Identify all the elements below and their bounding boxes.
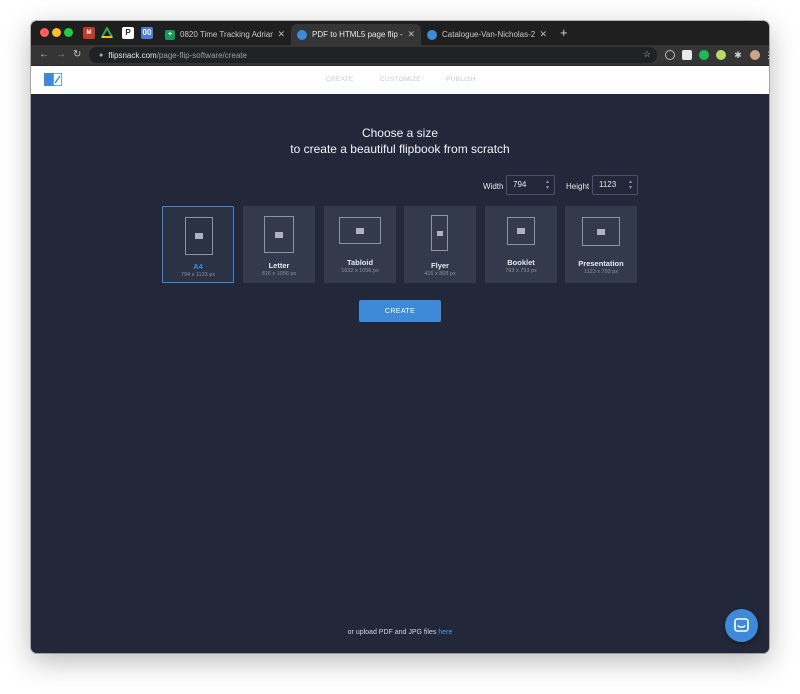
address-bar[interactable]: ● flipsnack.com/page-flip-software/creat… [89, 47, 657, 63]
close-tab-icon[interactable]: ✕ [277, 29, 285, 40]
tab-title: Catalogue-Van-Nicholas-2014 [442, 30, 536, 39]
gmail-icon[interactable]: M [83, 27, 95, 39]
close-tab-icon[interactable]: ✕ [407, 29, 415, 40]
chat-launcher-button[interactable] [725, 609, 758, 642]
tab-time-tracking[interactable]: + 0820 Time Tracking Adrian Try ✕ [159, 24, 291, 45]
tab-flipsnack-create[interactable]: PDF to HTML5 page flip - flipsn ✕ [291, 24, 421, 45]
upload-link[interactable]: here [438, 629, 452, 636]
page-thumbnail [507, 217, 535, 245]
forward-icon[interactable]: → [56, 48, 66, 62]
url-host: flipsnack.com [108, 50, 157, 60]
width-label: Width [483, 182, 504, 191]
step-publish[interactable]: PUBLISH [446, 76, 476, 83]
page-thumbnail [431, 215, 448, 251]
step-create[interactable]: CREATE [326, 76, 354, 83]
width-stepper-icon[interactable]: ▲ ▼ [545, 179, 550, 191]
url-path: /page-flip-software/create [156, 50, 247, 60]
main-content: Choose a size to create a beautiful flip… [31, 94, 769, 653]
height-stepper-icon[interactable]: ▲ ▼ [628, 179, 633, 191]
bookmark-star-icon[interactable]: ☆ [643, 49, 651, 60]
page-title: Choose a size to create a beautiful flip… [31, 125, 769, 157]
page-thumbnail [264, 216, 294, 253]
tab-title: 0820 Time Tracking Adrian Try [180, 30, 274, 39]
sheets-icon: + [165, 29, 175, 40]
width-input[interactable]: 794 ▲ ▼ [506, 175, 555, 195]
height-value: 1123 [599, 180, 617, 189]
size-dimensions: 794 x 1123 px [180, 272, 216, 278]
height-label: Height [566, 182, 590, 191]
extension-green-icon[interactable] [716, 50, 726, 60]
page-thumbnail [185, 217, 213, 255]
drive-icon[interactable] [100, 25, 114, 39]
reload-icon[interactable]: ↻ [73, 48, 81, 62]
maximize-window-button[interactable] [64, 28, 73, 37]
width-value: 794 [513, 180, 527, 189]
size-dimensions: 816 x 1056 px [261, 271, 297, 277]
flipsnack-icon [427, 29, 437, 40]
size-card-presentation[interactable]: Presentation 1123 x 793 px [565, 206, 637, 283]
app-header: CREATE CUSTOMIZE PUBLISH [31, 66, 769, 94]
upload-text: or upload PDF and JPG files [347, 629, 437, 636]
extension-icon[interactable] [682, 50, 692, 60]
tab-strip: M P 00 + 0820 Time Tracking Adrian Try ✕… [31, 21, 769, 45]
size-dimensions: 416 x 868 px [424, 271, 456, 277]
size-card-flyer[interactable]: Flyer 416 x 868 px [404, 206, 476, 283]
size-dimensions: 1123 x 793 px [583, 269, 619, 275]
close-window-button[interactable] [40, 28, 49, 37]
close-tab-icon[interactable]: ✕ [539, 29, 547, 40]
browser-window: M P 00 + 0820 Time Tracking Adrian Try ✕… [31, 21, 769, 653]
size-dimensions: 793 x 793 px [505, 268, 537, 274]
create-button[interactable]: CREATE [359, 300, 441, 322]
upload-hint: or upload PDF and JPG files here [31, 629, 769, 636]
size-name: Letter [268, 261, 290, 270]
back-icon[interactable]: ← [39, 48, 49, 62]
tab-title: PDF to HTML5 page flip - flipsn [312, 30, 403, 39]
puzzle-icon[interactable]: ✱ [733, 50, 743, 60]
size-card-tabloid[interactable]: Tabloid 1632 x 1056 px [324, 206, 396, 283]
height-input[interactable]: 1123 ▲ ▼ [592, 175, 638, 195]
flipsnack-logo[interactable] [44, 73, 62, 86]
page-thumbnail [339, 217, 381, 244]
browser-toolbar: ← → ↻ ● flipsnack.com/page-flip-software… [31, 45, 769, 66]
size-name: Flyer [431, 261, 449, 270]
size-card-booklet[interactable]: Booklet 793 x 793 px [485, 206, 557, 283]
headline-line-2: to create a beautiful flipbook from scra… [290, 142, 510, 156]
headline-line-1: Choose a size [361, 126, 439, 140]
size-dimensions: 1632 x 1056 px [341, 268, 379, 274]
pocket-icon[interactable] [665, 50, 675, 60]
new-tab-button[interactable]: + [560, 25, 568, 41]
step-customize[interactable]: CUSTOMIZE [380, 76, 421, 83]
size-name: A4 [193, 262, 203, 271]
size-card-letter[interactable]: Letter 816 x 1056 px [243, 206, 315, 283]
flipsnack-icon [297, 29, 307, 40]
lock-icon: ● [99, 51, 104, 59]
minimize-window-button[interactable] [52, 28, 61, 37]
grammarly-icon[interactable] [699, 50, 709, 60]
size-card-a4[interactable]: A4 794 x 1123 px [162, 206, 234, 283]
tab-catalogue[interactable]: Catalogue-Van-Nicholas-2014 ✕ [421, 24, 553, 45]
chat-icon [734, 618, 749, 632]
calendar-icon[interactable]: 00 [141, 27, 153, 39]
menu-kebab-icon[interactable]: ⋮ [764, 50, 769, 60]
tag-icon[interactable]: P [122, 27, 134, 39]
size-name: Booklet [507, 258, 535, 267]
page-thumbnail [582, 217, 620, 246]
size-name: Tabloid [346, 258, 374, 267]
avatar[interactable] [750, 50, 760, 60]
size-name: Presentation [578, 259, 624, 268]
